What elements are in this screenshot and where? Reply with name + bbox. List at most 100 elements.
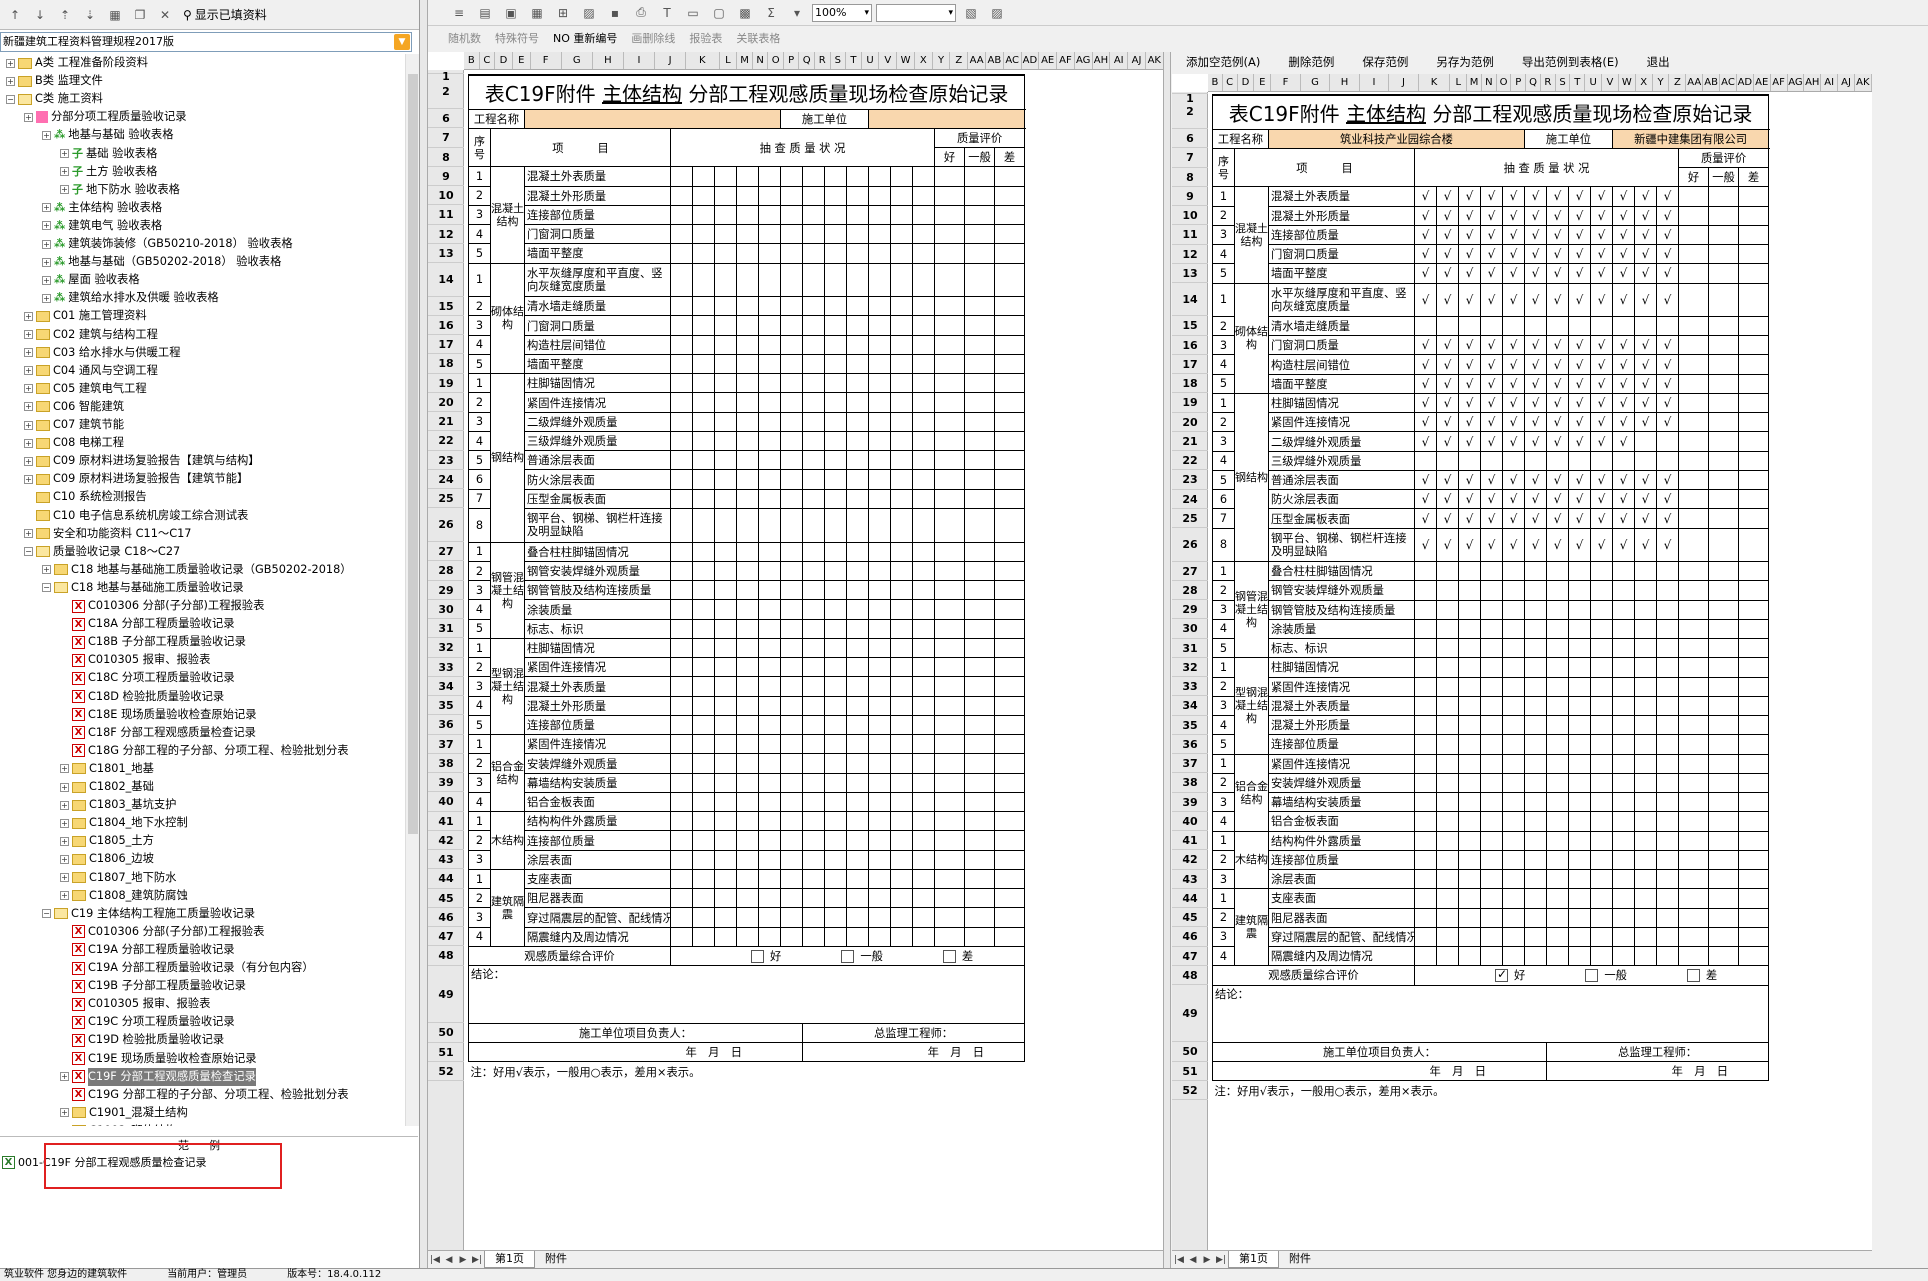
check-cell[interactable] [846, 166, 869, 187]
check-cell[interactable]: √ [1656, 205, 1679, 226]
sheet-splitter[interactable] [1163, 52, 1171, 1268]
check-cell[interactable] [670, 599, 693, 620]
check-cell[interactable] [758, 580, 781, 601]
eval-bad-cell[interactable] [993, 618, 1026, 639]
check-cell[interactable] [1568, 618, 1591, 640]
check-cell[interactable] [846, 599, 869, 620]
check-cell[interactable] [1502, 830, 1525, 851]
check-cell[interactable] [1634, 869, 1657, 890]
check-cell[interactable] [1480, 561, 1503, 582]
check-cell[interactable] [1656, 811, 1679, 832]
check-cell[interactable] [1524, 830, 1547, 851]
check-cell[interactable] [692, 580, 715, 601]
check-cell[interactable] [670, 488, 693, 509]
check-cell[interactable] [1436, 926, 1459, 948]
check-cell[interactable] [1436, 561, 1459, 582]
expand-toggle-icon[interactable]: + [60, 818, 69, 828]
check-cell[interactable] [912, 753, 935, 774]
check-cell[interactable] [890, 430, 913, 452]
check-cell[interactable] [824, 734, 847, 755]
tree-node[interactable]: + ⁂ 建筑装饰装修（GB50210-2018） 验收表格 [42, 235, 293, 253]
expand-toggle-icon[interactable]: + [60, 1108, 69, 1118]
check-cell[interactable]: √ [1656, 392, 1679, 414]
check-cell[interactable] [868, 753, 891, 774]
eval-bad-cell[interactable] [1737, 561, 1770, 582]
check-cell[interactable] [1612, 580, 1635, 601]
check-cell[interactable] [912, 791, 935, 813]
check-cell[interactable] [890, 469, 913, 490]
check-cell[interactable] [758, 926, 781, 947]
check-cell[interactable]: √ [1568, 282, 1591, 317]
check-cell[interactable] [824, 907, 847, 928]
eval-good-cell[interactable] [934, 676, 965, 697]
border-icon[interactable]: ▢ [708, 2, 730, 24]
check-cell[interactable]: √ [1458, 489, 1481, 510]
first-sheet-icon[interactable]: |◀ [428, 1255, 442, 1265]
check-cell[interactable] [780, 849, 803, 870]
check-cell[interactable] [1590, 676, 1613, 697]
check-cell[interactable] [912, 185, 935, 206]
check-cell[interactable] [802, 392, 825, 413]
check-cell[interactable]: √ [1480, 205, 1503, 226]
check-cell[interactable] [780, 637, 803, 659]
check-cell[interactable] [802, 618, 825, 639]
check-cell[interactable] [736, 296, 759, 317]
eval-fair-cell[interactable] [964, 714, 995, 736]
eval-bad-cell[interactable] [993, 849, 1026, 870]
check-cell[interactable] [714, 315, 737, 336]
check-cell[interactable] [1414, 580, 1437, 601]
check-cell[interactable]: √ [1634, 354, 1657, 375]
eval-fair-cell[interactable] [964, 772, 995, 793]
check-cell[interactable] [714, 811, 737, 832]
check-cell[interactable] [890, 315, 913, 336]
eval-bad-cell[interactable] [993, 315, 1026, 336]
check-cell[interactable]: √ [1414, 412, 1437, 433]
eval-bad-cell[interactable] [993, 772, 1026, 793]
tab-attachment[interactable]: 附件 [1279, 1251, 1321, 1268]
eval-good-cell[interactable] [1678, 753, 1709, 774]
check-cell[interactable] [758, 469, 781, 490]
eval-bad-cell[interactable] [993, 353, 1026, 375]
contractor-field[interactable]: 新疆中建集团有限公司 [1611, 128, 1770, 149]
check-cell[interactable] [1414, 753, 1437, 774]
check-cell[interactable]: √ [1502, 186, 1525, 207]
check-cell[interactable]: √ [1634, 282, 1657, 317]
check-cell[interactable]: √ [1656, 469, 1679, 491]
eval-bad-cell[interactable] [993, 334, 1026, 355]
eval-bad-cell[interactable] [1737, 282, 1770, 317]
check-cell[interactable] [758, 907, 781, 928]
expand-toggle-icon[interactable]: + [24, 311, 33, 321]
check-cell[interactable] [736, 204, 759, 226]
eval-bad-cell[interactable] [1737, 734, 1770, 755]
check-cell[interactable] [1524, 695, 1547, 717]
check-cell[interactable] [802, 560, 825, 582]
eval-fair-cell[interactable] [964, 599, 995, 620]
check-cell[interactable]: √ [1414, 469, 1437, 491]
check-cell[interactable]: √ [1656, 373, 1679, 394]
eval-fair-cell[interactable] [964, 560, 995, 582]
check-cell[interactable] [912, 868, 935, 890]
check-cell[interactable] [1414, 811, 1437, 832]
check-cell[interactable]: √ [1612, 431, 1635, 452]
check-cell[interactable] [846, 430, 869, 452]
check-cell[interactable] [714, 580, 737, 601]
check-cell[interactable] [1502, 618, 1525, 640]
check-cell[interactable] [736, 223, 759, 245]
check-cell[interactable] [780, 695, 803, 716]
check-cell[interactable] [846, 926, 869, 947]
eval-fair-cell[interactable] [1708, 676, 1739, 697]
check-cell[interactable] [890, 507, 913, 543]
check-cell[interactable] [802, 791, 825, 813]
check-cell[interactable]: √ [1480, 412, 1503, 433]
check-cell[interactable] [912, 411, 935, 432]
check-cell[interactable] [1414, 715, 1437, 736]
check-cell[interactable] [802, 430, 825, 452]
check-cell[interactable] [780, 714, 803, 736]
check-cell[interactable] [692, 830, 715, 851]
check-cell[interactable] [1502, 811, 1525, 832]
eval-good-cell[interactable] [1678, 638, 1709, 659]
check-cell[interactable]: √ [1436, 373, 1459, 394]
check-cell[interactable] [1634, 926, 1657, 948]
check-cell[interactable] [1634, 888, 1657, 909]
eval-good-cell[interactable] [934, 450, 965, 471]
